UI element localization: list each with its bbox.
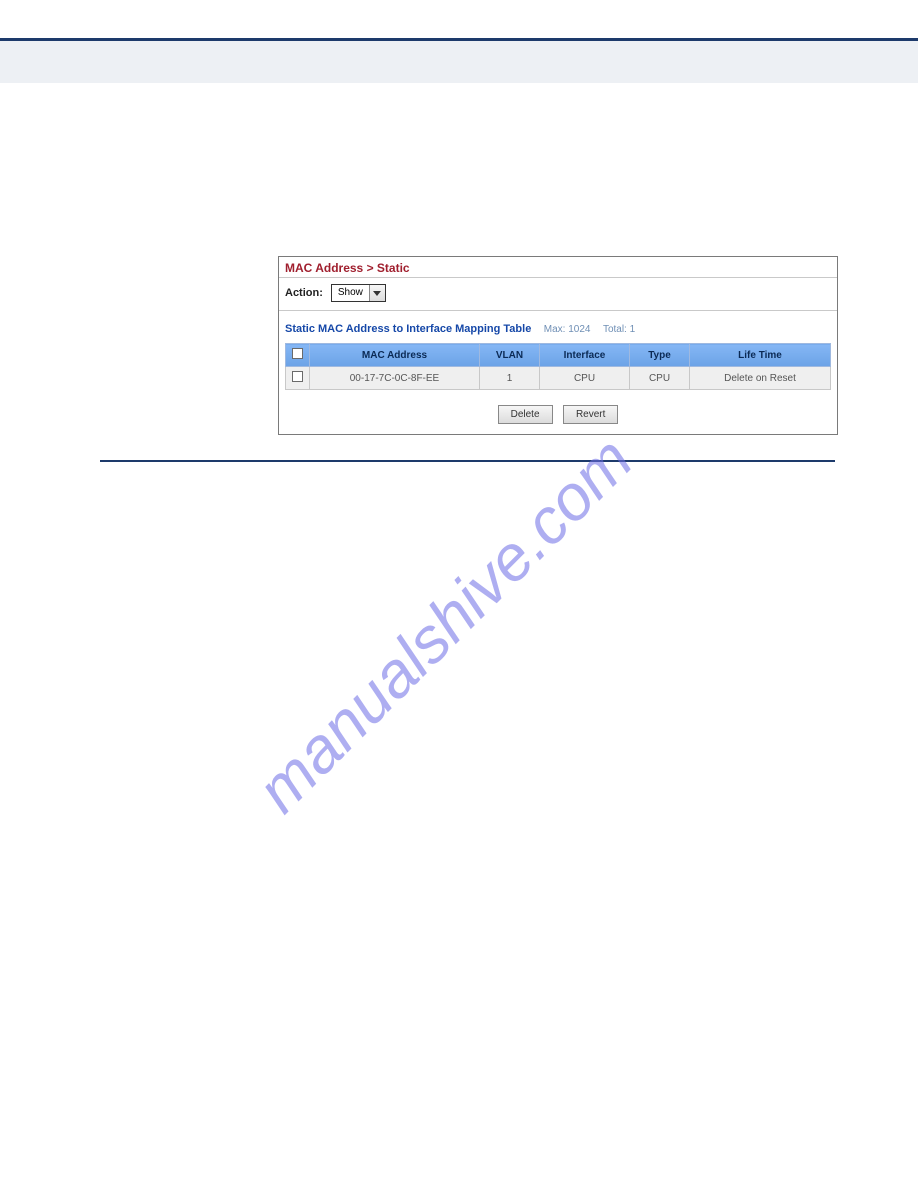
cell-life: Delete on Reset	[690, 367, 831, 390]
chevron-down-icon	[369, 285, 385, 301]
watermark-text: manualshive.com	[243, 423, 646, 826]
col-mac: MAC Address	[310, 344, 480, 367]
cell-select	[286, 367, 310, 390]
col-interface: Interface	[540, 344, 630, 367]
panel-title: MAC Address > Static	[279, 257, 837, 278]
table-subtitle: Static MAC Address to Interface Mapping …	[285, 323, 531, 335]
cell-mac: 00-17-7C-0C-8F-EE	[310, 367, 480, 390]
action-row: Action: Show	[279, 278, 837, 311]
col-select	[286, 344, 310, 367]
revert-button[interactable]: Revert	[563, 405, 618, 424]
mac-table: MAC Address VLAN Interface Type Life Tim…	[285, 343, 831, 390]
action-select[interactable]: Show	[331, 284, 386, 302]
action-select-value: Show	[332, 285, 369, 301]
row-checkbox[interactable]	[292, 371, 303, 382]
button-row: Delete Revert	[279, 398, 837, 434]
cell-vlan: 1	[480, 367, 540, 390]
header-band	[0, 41, 918, 83]
cell-type: CPU	[630, 367, 690, 390]
table-header-row: MAC Address VLAN Interface Type Life Tim…	[286, 344, 831, 367]
mac-static-panel: MAC Address > Static Action: Show Static…	[278, 256, 838, 435]
delete-button[interactable]: Delete	[498, 405, 553, 424]
action-label: Action:	[285, 287, 323, 299]
table-row: 00-17-7C-0C-8F-EE 1 CPU CPU Delete on Re…	[286, 367, 831, 390]
section-divider	[100, 460, 835, 462]
meta-total: Total: 1	[603, 324, 635, 335]
cell-interface: CPU	[540, 367, 630, 390]
subtitle-row: Static MAC Address to Interface Mapping …	[279, 311, 837, 343]
col-life: Life Time	[690, 344, 831, 367]
meta-max: Max: 1024	[544, 324, 591, 335]
col-vlan: VLAN	[480, 344, 540, 367]
col-type: Type	[630, 344, 690, 367]
select-all-checkbox[interactable]	[292, 348, 303, 359]
